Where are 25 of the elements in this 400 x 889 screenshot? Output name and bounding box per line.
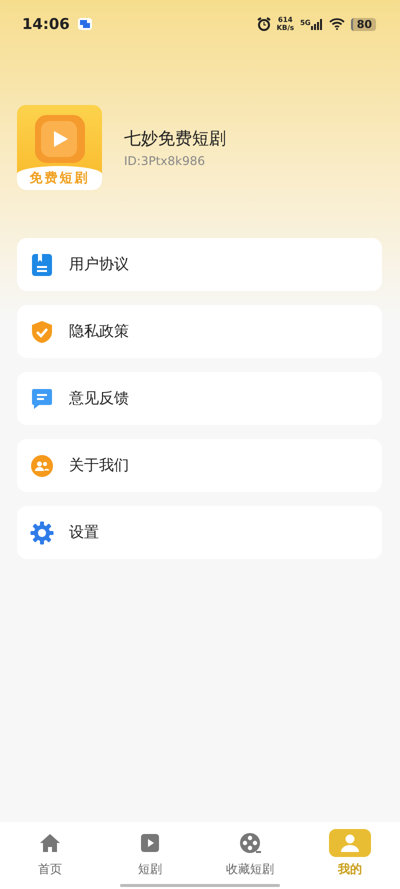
app-name: 七妙免费短剧 (124, 128, 226, 150)
chat-icon (30, 386, 54, 410)
home-icon (38, 831, 62, 855)
status-time: 14:06 (22, 15, 70, 33)
tab[interactable]: 首页 (5, 829, 95, 878)
menu-item[interactable]: 用户协议 (17, 238, 382, 291)
shield-icon (30, 320, 54, 344)
message-icon (78, 18, 92, 30)
menu-item[interactable]: 意见反馈 (17, 372, 382, 425)
user-id: ID:3Ptx8k986 (124, 154, 206, 168)
menu-item[interactable]: 关于我们 (17, 439, 382, 492)
tab[interactable]: 收藏短剧 (205, 829, 295, 878)
battery-level: 80 (350, 18, 376, 30)
wifi-icon (328, 18, 345, 30)
menu-item[interactable]: 隐私政策 (17, 305, 382, 358)
document-icon (30, 252, 54, 276)
signal-icon (310, 18, 323, 30)
app-logo: 免费短剧 (17, 105, 102, 190)
people-icon (30, 454, 54, 478)
menu-item[interactable]: 设置 (17, 506, 382, 559)
play-icon (33, 113, 87, 165)
film-reel-icon (238, 831, 262, 855)
alarm-icon (256, 17, 271, 31)
play-icon (138, 831, 162, 855)
tab[interactable]: 短剧 (105, 829, 195, 878)
